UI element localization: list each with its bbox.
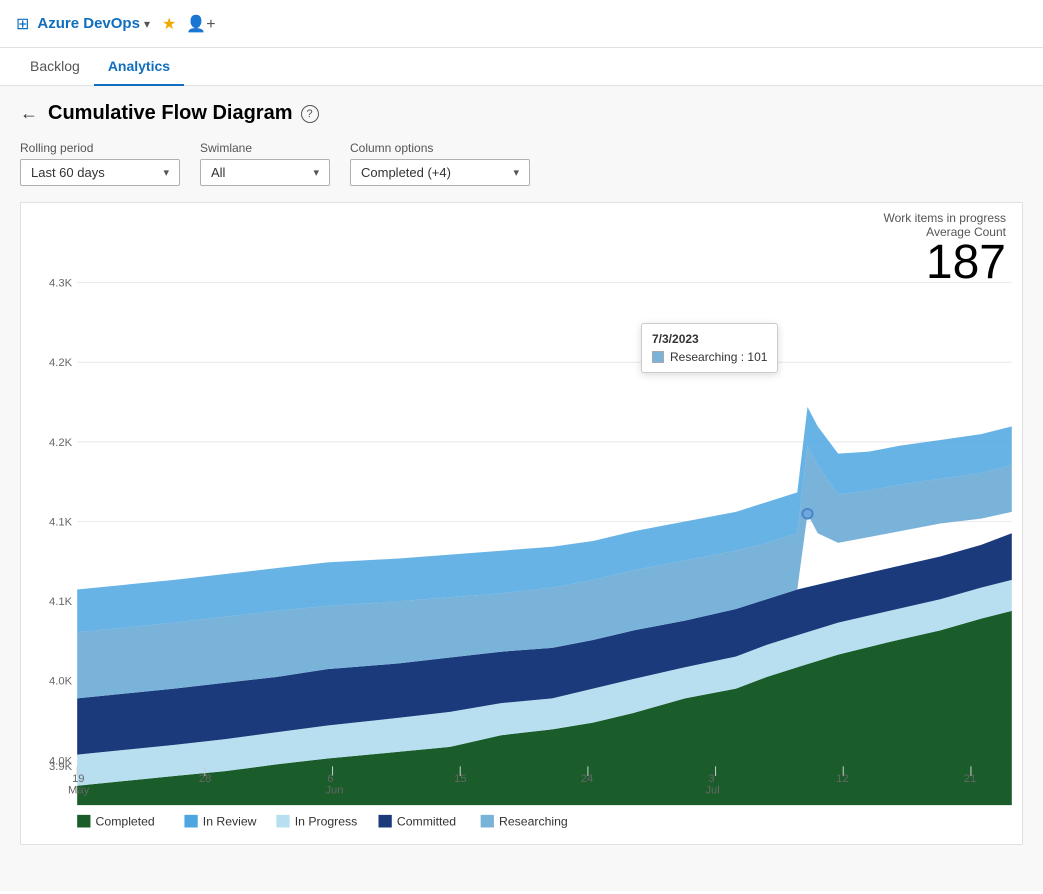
- tab-backlog[interactable]: Backlog: [16, 48, 94, 86]
- chart-svg: 4.3K 4.2K 4.2K 4.1K 4.1K 4.0K 4.0K 3.9K: [21, 203, 1022, 844]
- swimlane-value: All: [211, 165, 225, 180]
- column-options-chevron: ▾: [513, 166, 519, 179]
- svg-text:In Review: In Review: [203, 815, 257, 829]
- svg-text:19: 19: [72, 773, 84, 785]
- svg-text:4.1K: 4.1K: [49, 517, 73, 529]
- svg-text:4.2K: 4.2K: [49, 437, 73, 449]
- svg-text:6: 6: [327, 773, 333, 785]
- svg-text:4.0K: 4.0K: [49, 676, 73, 688]
- swimlane-chevron: ▾: [313, 166, 319, 179]
- swimlane-label: Swimlane: [200, 141, 330, 155]
- grid-icon: ⊞: [16, 14, 29, 34]
- svg-text:Committed: Committed: [397, 815, 456, 829]
- chart-container: Work items in progress Average Count 187: [20, 202, 1023, 845]
- rolling-period-value: Last 60 days: [31, 165, 105, 180]
- column-options-value: Completed (+4): [361, 165, 451, 180]
- app-header: ⊞ Azure DevOps ▾ ★ 👤+: [0, 0, 1043, 48]
- rolling-period-chevron: ▾: [163, 166, 169, 179]
- svg-text:Researching: Researching: [499, 815, 568, 829]
- swimlane-group: Swimlane All ▾: [200, 141, 330, 186]
- svg-text:21: 21: [964, 773, 976, 785]
- rolling-period-group: Rolling period Last 60 days ▾: [20, 141, 180, 186]
- svg-text:In Progress: In Progress: [295, 815, 358, 829]
- controls-row: Rolling period Last 60 days ▾ Swimlane A…: [20, 141, 1023, 186]
- svg-text:4.1K: 4.1K: [49, 596, 73, 608]
- main-content: ← Cumulative Flow Diagram ? Rolling peri…: [0, 86, 1043, 891]
- column-options-label: Column options: [350, 141, 530, 155]
- svg-text:4.3K: 4.3K: [49, 278, 73, 290]
- help-icon[interactable]: ?: [301, 105, 319, 123]
- swimlane-dropdown[interactable]: All ▾: [200, 159, 330, 186]
- back-button[interactable]: ←: [20, 103, 38, 124]
- chart-tooltip-dot: [802, 509, 812, 519]
- svg-text:28: 28: [199, 773, 211, 785]
- svg-text:24: 24: [581, 773, 593, 785]
- page-title-row: ← Cumulative Flow Diagram ?: [20, 102, 1023, 125]
- svg-text:15: 15: [454, 773, 466, 785]
- y-axis: 4.3K 4.2K 4.2K 4.1K 4.1K 4.0K 4.0K 3.9K: [49, 278, 73, 773]
- svg-text:Jul: Jul: [705, 785, 719, 797]
- svg-text:Completed: Completed: [96, 815, 155, 829]
- rolling-period-label: Rolling period: [20, 141, 180, 155]
- column-options-dropdown[interactable]: Completed (+4) ▾: [350, 159, 530, 186]
- page-title: Cumulative Flow Diagram: [48, 102, 293, 125]
- people-icon[interactable]: 👤+: [186, 14, 215, 34]
- rolling-period-dropdown[interactable]: Last 60 days ▾: [20, 159, 180, 186]
- svg-text:4.2K: 4.2K: [49, 357, 73, 369]
- svg-text:3.9K: 3.9K: [49, 761, 73, 773]
- tab-analytics[interactable]: Analytics: [94, 48, 184, 86]
- svg-text:12: 12: [836, 773, 848, 785]
- column-options-group: Column options Completed (+4) ▾: [350, 141, 530, 186]
- chart-legend: Completed In Review In Progress Committe…: [77, 815, 568, 829]
- nav-tabs: Backlog Analytics: [0, 48, 1043, 86]
- favorite-icon[interactable]: ★: [162, 14, 176, 34]
- app-title-chevron[interactable]: ▾: [144, 17, 150, 31]
- svg-text:May: May: [68, 785, 90, 797]
- svg-text:3: 3: [708, 773, 714, 785]
- svg-text:Jun: Jun: [325, 785, 343, 797]
- app-title: Azure DevOps: [37, 15, 140, 32]
